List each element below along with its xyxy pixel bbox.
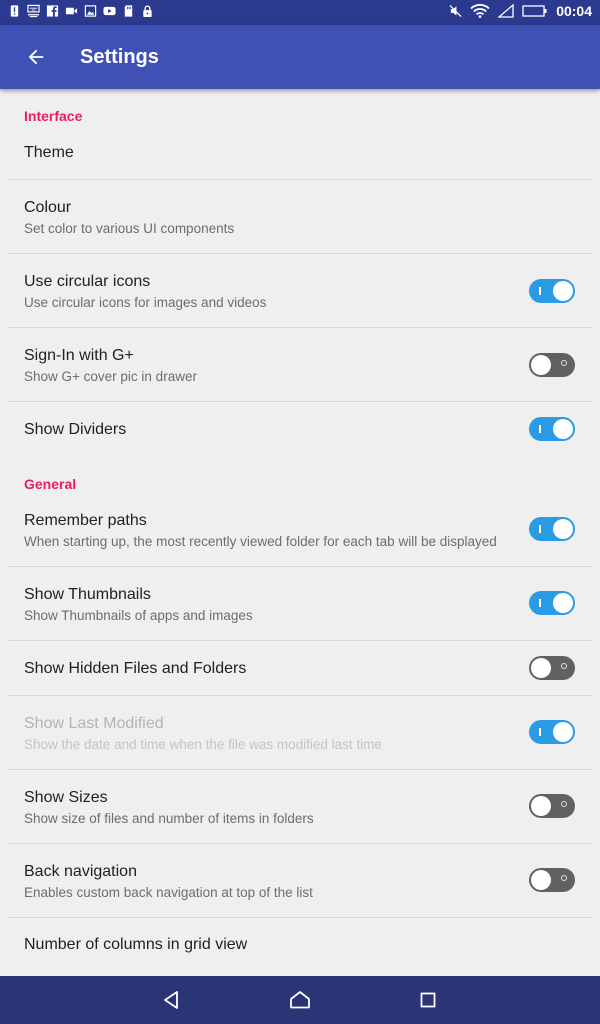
pref-title: Colour	[24, 199, 72, 216]
nav-back-button[interactable]	[160, 988, 184, 1012]
back-triangle-icon	[164, 991, 178, 1009]
pref-summary: Show Thumbnails of apps and images	[24, 608, 253, 623]
facebook-icon	[46, 4, 59, 18]
arrow-back-icon	[28, 49, 44, 65]
sign-in-gplus-switch[interactable]	[529, 353, 575, 377]
pref-show-dividers[interactable]: Show Dividers	[8, 402, 592, 454]
pref-title: Show Dividers	[24, 421, 127, 438]
remember-paths-switch[interactable]	[529, 517, 575, 541]
pref-title: Number of columns in grid view	[24, 936, 248, 953]
show-sizes-switch[interactable]	[529, 794, 575, 818]
pref-summary: Show size of files and number of items i…	[24, 811, 314, 826]
nav-home-button[interactable]	[288, 988, 312, 1012]
section-header-interface: Interface	[24, 108, 83, 124]
battery-icon	[522, 4, 548, 18]
show-thumbnails-switch[interactable]	[529, 591, 575, 615]
show-dividers-switch[interactable]	[529, 417, 575, 441]
section-header-general: General	[24, 476, 77, 492]
image-icon	[84, 4, 97, 18]
pref-summary: Show the date and time when the file was…	[24, 737, 382, 752]
home-icon	[290, 991, 310, 1009]
pref-title: Show Thumbnails	[24, 586, 151, 603]
sd-card-icon	[122, 4, 135, 18]
pref-circular-icons[interactable]: Use circular icons Use circular icons fo…	[8, 254, 592, 327]
pref-sign-in-gplus[interactable]: Sign-In with G+ Show G+ cover pic in dra…	[8, 328, 592, 401]
pref-summary: When starting up, the most recently view…	[24, 534, 497, 549]
pref-summary: Use circular icons for images and videos	[24, 295, 267, 310]
alert-icon	[8, 4, 21, 18]
pref-grid-columns[interactable]: Number of columns in grid view	[8, 918, 592, 976]
status-bar: 00:04	[0, 0, 600, 25]
show-hidden-files-switch[interactable]	[529, 656, 575, 680]
pref-show-last-modified: Show Last Modified Show the date and tim…	[8, 696, 592, 769]
lock-icon	[141, 4, 154, 18]
notification-icons	[8, 4, 154, 18]
mute-icon	[449, 4, 462, 18]
pref-summary: Set color to various UI components	[24, 221, 235, 236]
pref-title: Remember paths	[24, 512, 147, 529]
app-bar: Settings	[0, 25, 600, 89]
back-button[interactable]	[22, 43, 50, 71]
pref-title: Sign-In with G+	[24, 347, 134, 364]
video-icon	[65, 4, 78, 18]
pref-title: Show Last Modified	[24, 715, 164, 732]
pref-summary: Show G+ cover pic in drawer	[24, 369, 197, 384]
settings-list[interactable]: Interface Theme Colour Set color to vari…	[0, 89, 600, 976]
signal-icon	[498, 4, 514, 18]
pref-back-navigation[interactable]: Back navigation Enables custom back navi…	[8, 844, 592, 917]
youtube-icon	[103, 4, 116, 18]
pref-title: Show Hidden Files and Folders	[24, 660, 247, 677]
pref-title: Back navigation	[24, 863, 137, 880]
pref-remember-paths[interactable]: Remember paths When starting up, the mos…	[8, 494, 592, 566]
circular-icons-switch[interactable]	[529, 279, 575, 303]
page-title: Settings	[80, 46, 159, 68]
system-status-icons: 00:04	[449, 3, 592, 19]
pref-show-thumbnails[interactable]: Show Thumbnails Show Thumbnails of apps …	[8, 567, 592, 640]
pref-show-hidden-files[interactable]: Show Hidden Files and Folders	[8, 641, 592, 695]
wifi-icon	[470, 4, 490, 18]
clock: 00:04	[556, 3, 592, 19]
recents-square-icon	[420, 992, 436, 1008]
pref-summary: Enables custom back navigation at top of…	[24, 885, 313, 900]
pref-title: Show Sizes	[24, 789, 108, 806]
show-last-modified-switch	[529, 720, 575, 744]
usb-icon	[27, 4, 40, 18]
back-navigation-switch[interactable]	[529, 868, 575, 892]
nav-recents-button[interactable]	[416, 988, 440, 1012]
pref-title: Theme	[24, 144, 74, 161]
pref-title: Use circular icons	[24, 273, 151, 290]
pref-theme[interactable]: Theme	[8, 129, 592, 180]
pref-colour[interactable]: Colour Set color to various UI component…	[8, 180, 592, 253]
pref-show-sizes[interactable]: Show Sizes Show size of files and number…	[8, 770, 592, 843]
system-nav-bar	[0, 976, 600, 1024]
